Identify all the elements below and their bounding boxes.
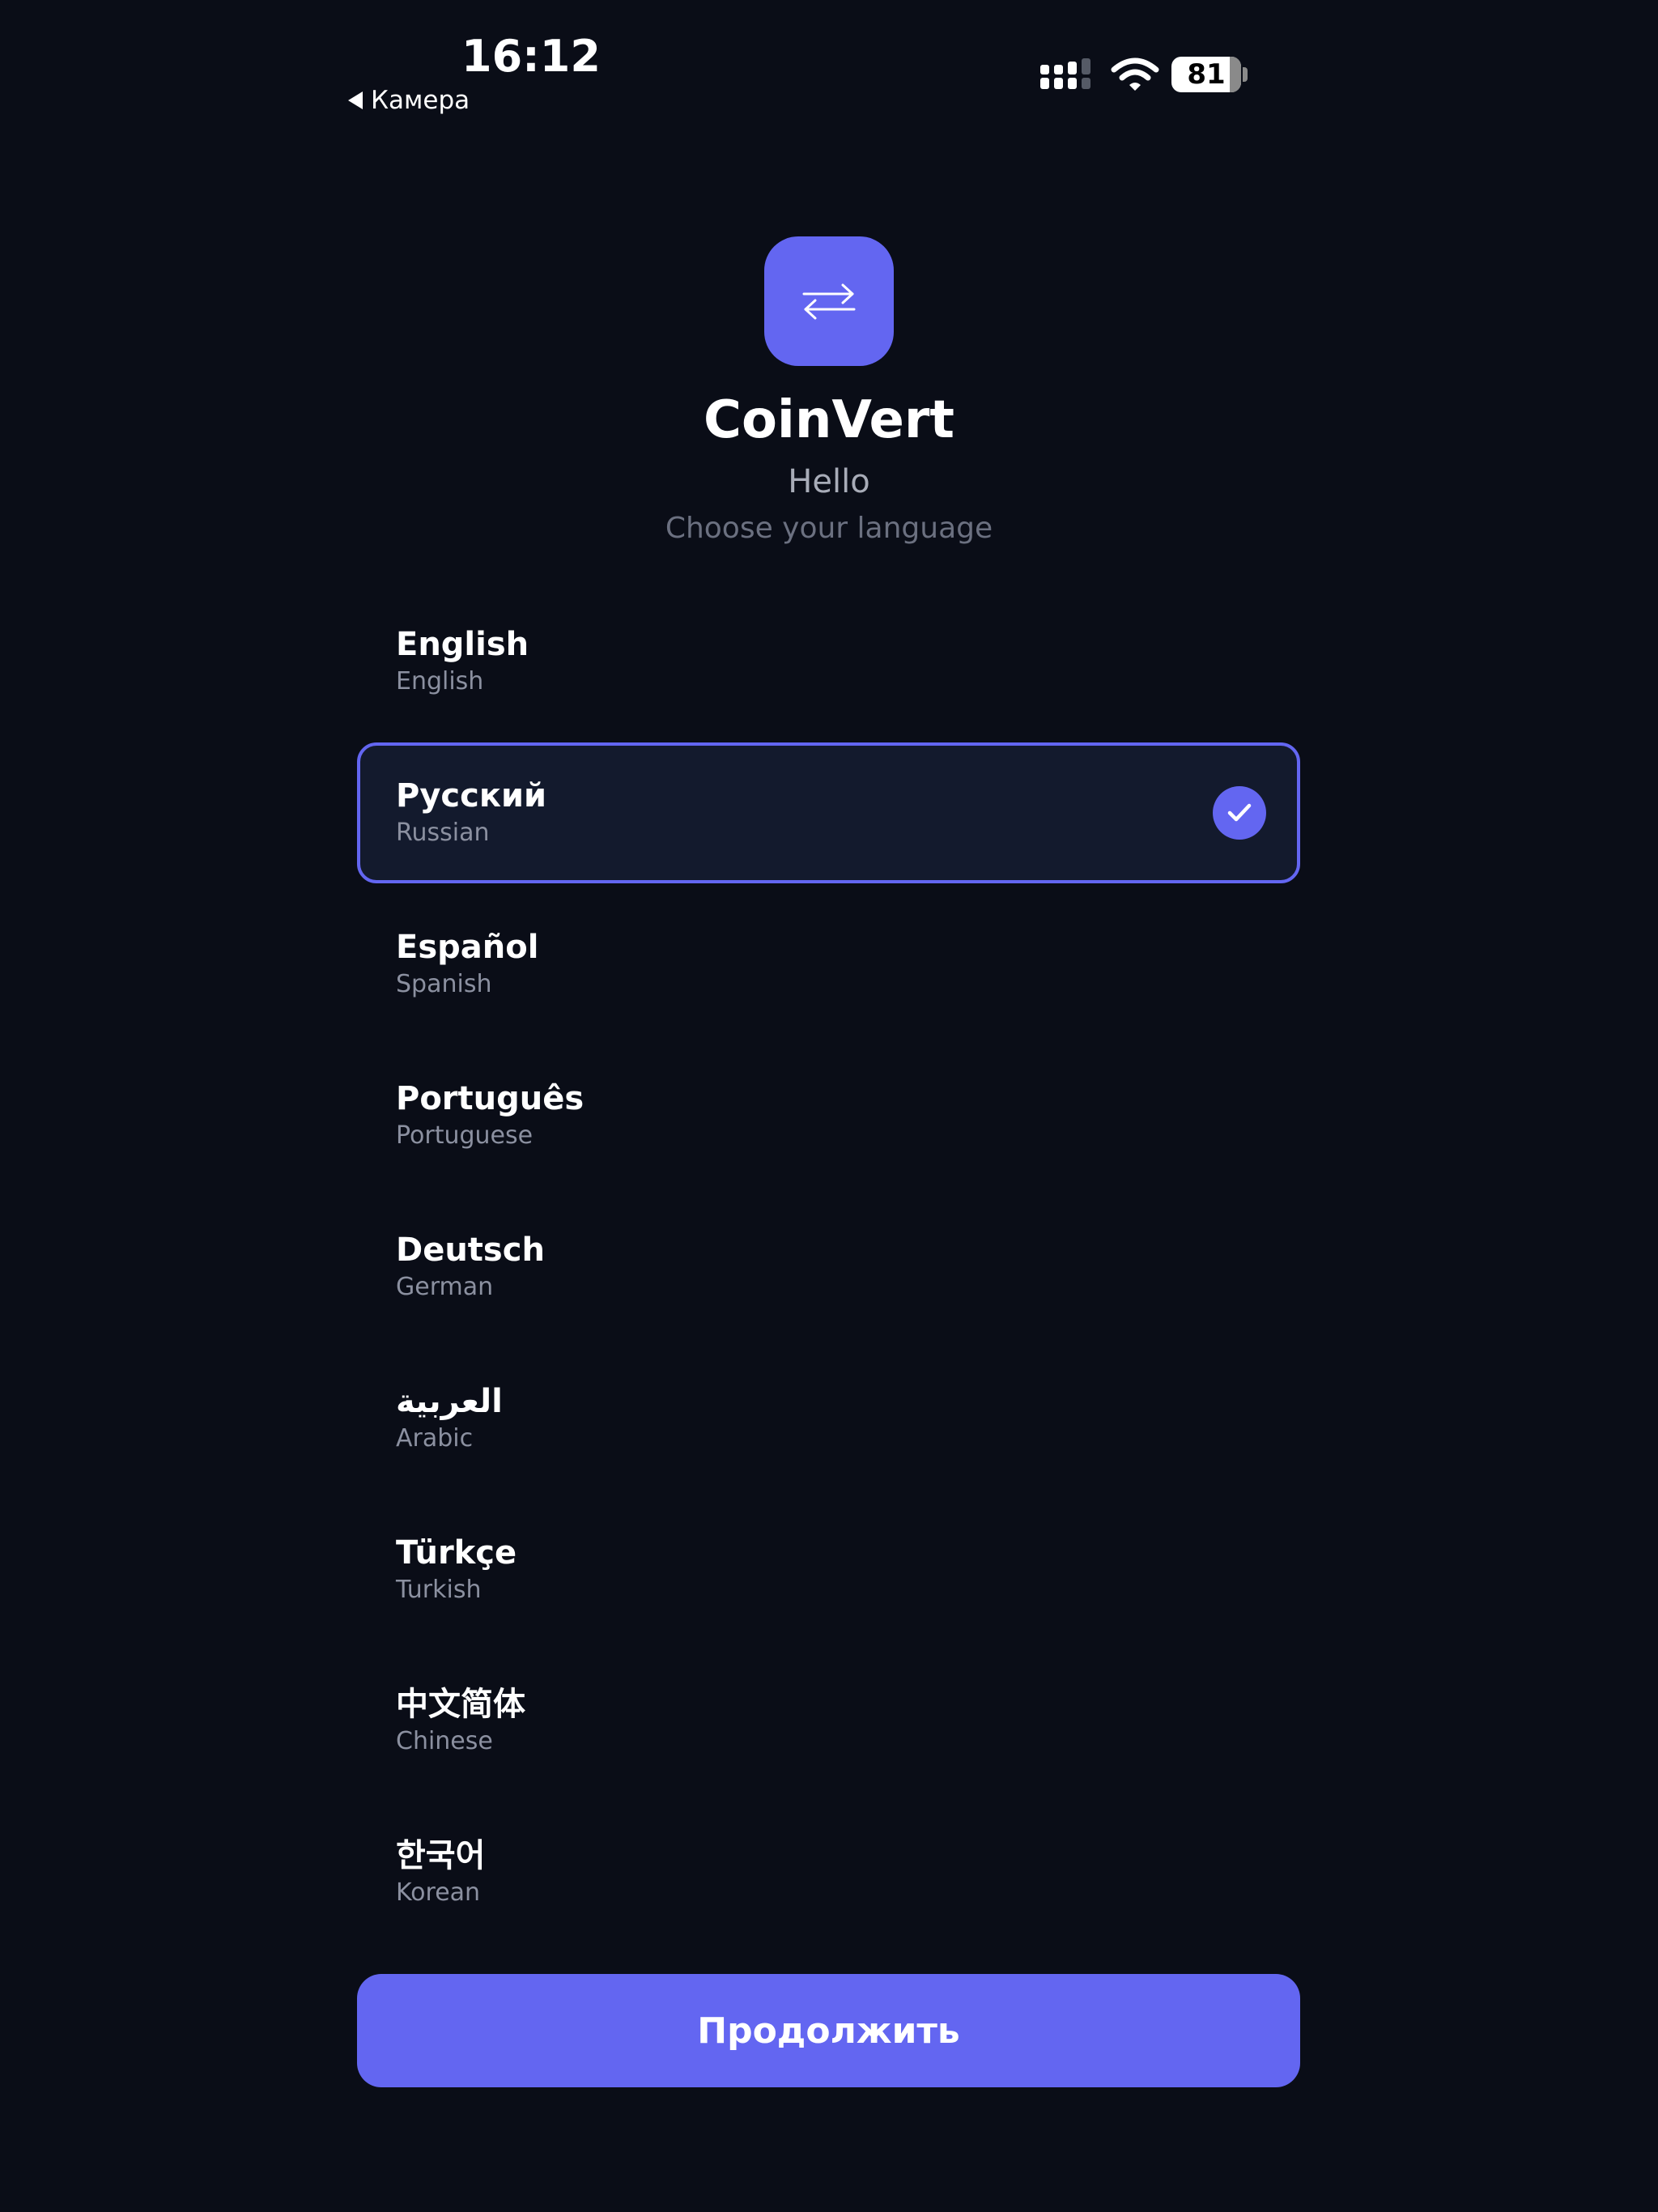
language-option-korean[interactable]: 한국어 Korean [357, 1802, 1300, 1943]
cellular-signal-icon [1040, 58, 1090, 89]
app-logo [764, 236, 894, 366]
language-option-english[interactable]: English English [357, 591, 1300, 732]
language-option-spanish[interactable]: Español Spanish [357, 894, 1300, 1035]
language-option-chinese[interactable]: 中文简体 Chinese [357, 1651, 1300, 1792]
language-english-name: Chinese [396, 1727, 493, 1755]
language-native-name: English [396, 626, 529, 663]
language-english-name: Arabic [396, 1424, 474, 1453]
swap-arrows-icon [802, 283, 856, 320]
language-english-name: Spanish [396, 970, 492, 998]
language-option-german[interactable]: Deutsch German [357, 1197, 1300, 1338]
language-option-portuguese[interactable]: Português Portuguese [357, 1045, 1300, 1186]
language-native-name: 中文简体 [396, 1686, 525, 1723]
language-english-name: Portuguese [396, 1121, 534, 1150]
app-title: CoinVert [703, 390, 955, 450]
continue-button[interactable]: Продолжить [357, 1974, 1300, 2087]
language-native-name: Português [396, 1080, 585, 1117]
greeting-text: Hello [788, 463, 870, 500]
back-to-camera-link[interactable]: Камера [348, 86, 470, 115]
battery-level: 81 [1187, 58, 1226, 91]
language-english-name: Turkish [396, 1576, 482, 1604]
language-option-russian[interactable]: Русский Russian [357, 742, 1300, 883]
checkmark-icon [1213, 786, 1266, 840]
language-native-name: Español [396, 929, 539, 966]
language-english-name: German [396, 1273, 494, 1301]
back-label: Камера [371, 86, 470, 115]
language-option-turkish[interactable]: Türkçe Turkish [357, 1499, 1300, 1640]
language-english-name: Russian [396, 819, 490, 847]
choose-language-subtitle: Choose your language [665, 512, 993, 545]
battery-tip [1243, 67, 1248, 82]
language-native-name: Русский [396, 777, 547, 815]
back-arrow-icon [348, 91, 363, 109]
language-english-name: Korean [396, 1878, 481, 1907]
language-english-name: English [396, 667, 484, 696]
language-list: English English Русский Russian Español … [357, 591, 1300, 1954]
language-native-name: العربية [396, 1383, 503, 1420]
language-native-name: Deutsch [396, 1231, 545, 1269]
language-native-name: 한국어 [396, 1837, 486, 1874]
language-native-name: Türkçe [396, 1534, 517, 1572]
language-option-arabic[interactable]: العربية Arabic [357, 1348, 1300, 1489]
status-time: 16:12 [461, 31, 601, 82]
wifi-icon [1111, 57, 1159, 91]
battery-icon: 81 [1171, 57, 1241, 92]
